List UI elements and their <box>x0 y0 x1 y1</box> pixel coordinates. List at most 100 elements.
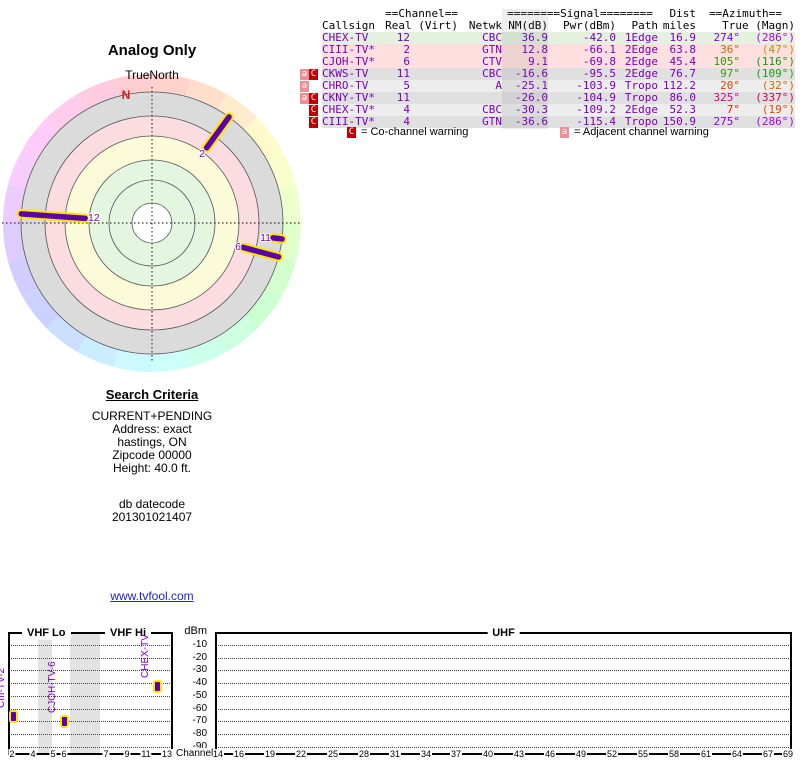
cell-channel-virt <box>410 56 458 68</box>
uhf-label: UHF <box>487 626 520 640</box>
dbm-gridline <box>218 746 789 748</box>
station-vertical-label: CHEX-TV <box>140 633 151 678</box>
cell-channel-virt <box>410 104 458 116</box>
cell-netwk: A <box>495 79 502 92</box>
adjacent-channel-warning-icon <box>300 57 309 68</box>
dbm-axis-label: dBm <box>184 625 207 637</box>
station-vertical-label: CJOH-TV-6 <box>47 661 58 714</box>
site-link-wrapper: www.tvfool.com <box>52 589 252 603</box>
signal-table: ==Channel== ========Signal======== Dist … <box>300 8 797 128</box>
col-header-callsign: Callsign <box>322 18 375 32</box>
dbm-gridline <box>218 708 789 710</box>
warning-legend: C = Co-channel warning a = Adjacent chan… <box>300 126 800 140</box>
dbm-gridline <box>11 721 170 723</box>
search-criteria-line: Height: 40.0 ft. <box>112 461 192 475</box>
dbm-gridline <box>11 746 170 748</box>
co-channel-warning-icon <box>309 81 318 92</box>
channel-tick-label: 69 <box>781 749 795 760</box>
signal-table-rows: CHEX-TV 12 CBC 36.9 -42.0 1Edge 16.9 274° (286°)… <box>300 32 797 128</box>
col-header-nm: NM(dB) <box>508 18 548 32</box>
north-marker-label: N <box>122 88 131 102</box>
dbm-gridline <box>218 734 789 736</box>
channel-tick-label: 9 <box>123 749 131 760</box>
channel-tick-label: 61 <box>699 749 713 760</box>
adjacent-channel-legend-text: = Adjacent channel warning <box>574 126 709 138</box>
station-signal-marker <box>9 710 18 724</box>
co-channel-warning-icon <box>309 33 318 44</box>
dbm-gridline <box>218 683 789 685</box>
station-channel-label: 11 <box>260 232 271 244</box>
tvfool-link[interactable]: www.tvfool.com <box>110 589 193 603</box>
channel-tick-label: 22 <box>294 749 308 760</box>
co-channel-warning-icon: C <box>347 126 356 138</box>
col-header-pwr: Pwr(dBm) <box>563 18 616 32</box>
dbm-gridline <box>218 670 789 672</box>
channel-tick-label: 11 <box>140 749 152 760</box>
col-header-path: Path <box>631 18 659 32</box>
adjacent-channel-warning-icon: a <box>300 80 309 92</box>
channel-axis-label: Channel <box>176 748 214 759</box>
co-channel-warning-icon: C <box>309 68 318 80</box>
channel-tick-label: 2 <box>8 749 16 760</box>
col-header-miles: miles <box>662 18 696 32</box>
dbm-gridline <box>218 657 789 659</box>
co-channel-legend-text: = Co-channel warning <box>361 126 469 138</box>
co-channel-warning-icon <box>309 45 318 56</box>
channel-tick-label: 64 <box>730 749 744 760</box>
adjacent-channel-warning-icon <box>300 45 309 56</box>
true-north-label: TrueNorth <box>125 68 179 82</box>
adjacent-channel-warning-icon: a <box>300 68 309 80</box>
channel-tick-label: 13 <box>160 749 174 760</box>
channel-tick-label: 43 <box>512 749 526 760</box>
station-channel-label: 6 <box>235 241 241 253</box>
channel-tick-label: 52 <box>605 749 619 760</box>
channel-tick-label: 6 <box>60 749 68 760</box>
cell-channel-virt <box>410 80 458 92</box>
polar-coverage-chart: TrueNorth N 2 12 6 11 <box>2 68 301 372</box>
co-channel-warning-icon: C <box>309 92 318 104</box>
cell-channel-virt <box>410 92 458 104</box>
col-header-real-virt: Real (Virt) <box>385 18 458 32</box>
channel-tick-label: 19 <box>263 749 277 760</box>
cell-channel-virt <box>410 44 458 56</box>
db-datecode-value: 201301021407 <box>111 510 193 524</box>
channel-tick-label: 5 <box>49 749 57 760</box>
adjacent-channel-warning-icon <box>300 105 309 116</box>
dbm-gridline <box>11 708 170 710</box>
dbm-gridline <box>11 734 170 736</box>
station-signal-marker <box>60 715 69 729</box>
channel-tick-label: 7 <box>102 749 110 760</box>
db-datecode-block: db datecode 201301021407 <box>52 498 252 524</box>
channel-tick-label: 55 <box>636 749 650 760</box>
dbm-gridline <box>218 644 789 646</box>
channel-tick-label: 28 <box>357 749 371 760</box>
channel-tick-label: 34 <box>419 749 433 760</box>
station-vertical-label: CIII-TV-2 <box>0 668 7 709</box>
adjacent-channel-warning-icon: a <box>300 92 309 104</box>
channel-tick-label: 4 <box>29 749 37 760</box>
search-criteria-lines: CURRENT+PENDING Address: exact hastings, O… <box>52 410 252 475</box>
co-channel-warning-icon <box>309 57 318 68</box>
channel-tick-label: 14 <box>211 749 225 760</box>
adjacent-channel-legend-item: a = Adjacent channel warning <box>560 126 709 138</box>
frequency-gap-band <box>70 634 100 753</box>
channel-tick-label: 58 <box>667 749 681 760</box>
tvfool-report: { "palette": { "purple_text": "#7A00B8",… <box>0 0 800 768</box>
uhf-panel: UHF <box>215 626 792 755</box>
search-criteria-title: Search Criteria <box>105 387 199 402</box>
col-header-true-magn: True (Magn) <box>722 18 795 32</box>
dbm-gridline <box>11 695 170 697</box>
co-channel-legend-item: C = Co-channel warning <box>347 126 468 138</box>
station-channel-label: 12 <box>88 212 100 224</box>
search-criteria-block: Search Criteria CURRENT+PENDING Address: … <box>52 388 252 524</box>
channel-tick-label: 67 <box>761 749 775 760</box>
co-channel-warning-icon: C <box>309 104 318 116</box>
cell-channel-virt <box>410 32 458 44</box>
channel-tick-label: 16 <box>232 749 246 760</box>
channel-tick-label: 49 <box>574 749 588 760</box>
channel-tick-label: 31 <box>388 749 402 760</box>
station-channel-label: 2 <box>199 148 205 160</box>
row-stripe: CKNY-TV* 11 -26.0 -104.9 Tropo 86.0 325° (337°) <box>322 92 795 104</box>
dbm-gridline <box>218 695 789 697</box>
channel-tick-label: 25 <box>326 749 340 760</box>
